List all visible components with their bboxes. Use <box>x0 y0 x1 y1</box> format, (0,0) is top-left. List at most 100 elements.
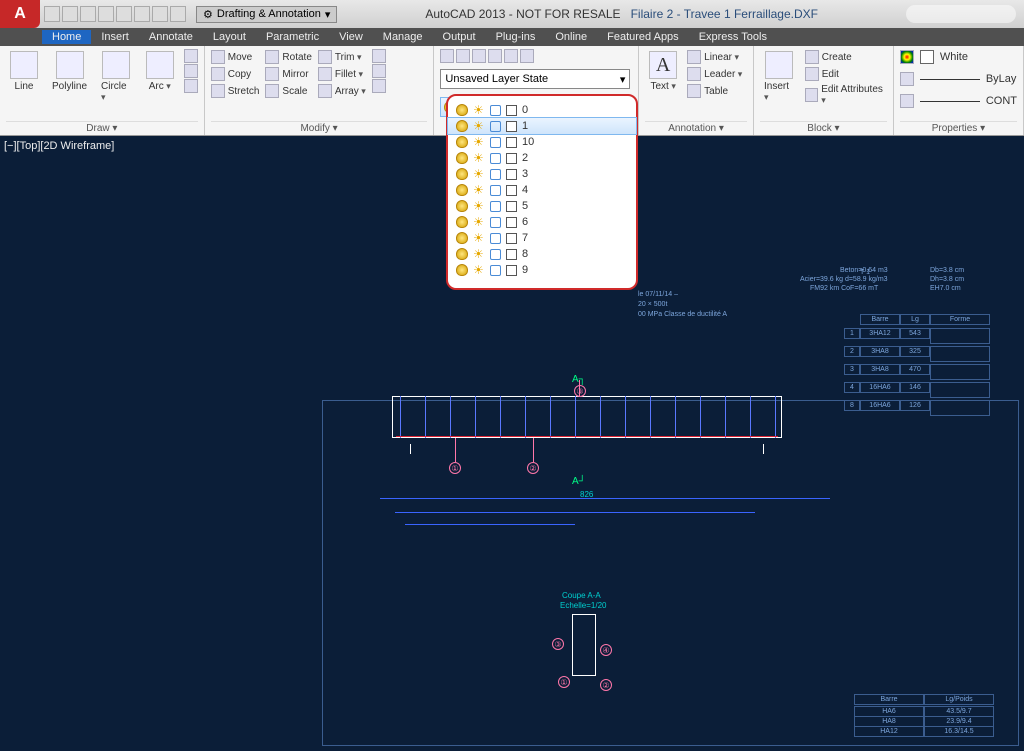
qat-redo-icon[interactable] <box>170 6 186 22</box>
viewport-label[interactable]: [−][Top][2D Wireframe] <box>4 140 114 152</box>
layer-option-0[interactable]: ☀0 <box>448 102 636 118</box>
copy-button[interactable]: Copy <box>211 66 260 82</box>
bulb-icon <box>456 104 468 116</box>
tab-featured[interactable]: Featured Apps <box>597 30 689 44</box>
layerlock-icon[interactable] <box>504 49 518 63</box>
qat-print-icon[interactable] <box>134 6 150 22</box>
ellipse-icon[interactable] <box>184 64 198 78</box>
forme-cell <box>930 328 990 344</box>
panel-annotation-title[interactable]: Annotation ▾ <box>645 121 747 135</box>
tab-layout[interactable]: Layout <box>203 30 256 44</box>
move-button[interactable]: Move <box>211 49 260 65</box>
qat-saveall-icon[interactable] <box>98 6 114 22</box>
linear-button[interactable]: Linear <box>687 49 742 65</box>
tab-view[interactable]: View <box>329 30 373 44</box>
trim-button[interactable]: Trim <box>318 49 366 65</box>
layer-option-9[interactable]: ☀9 <box>448 262 636 278</box>
rotate-button[interactable]: Rotate <box>265 49 311 65</box>
layer-option-5[interactable]: ☀5 <box>448 198 636 214</box>
layer-option-3[interactable]: ☀3 <box>448 166 636 182</box>
rect-icon[interactable] <box>184 49 198 63</box>
sch-cell: 325 <box>900 346 930 357</box>
stirrup <box>575 396 576 438</box>
sun-icon: ☀ <box>473 216 485 228</box>
layer-state-combo[interactable]: Unsaved Layer State▾ <box>440 69 630 89</box>
pink-leader <box>533 438 534 462</box>
layer-option-7[interactable]: ☀7 <box>448 230 636 246</box>
layeroff-icon[interactable] <box>456 49 470 63</box>
polyline-button[interactable]: Polyline <box>48 49 91 94</box>
tab-express[interactable]: Express Tools <box>689 30 777 44</box>
stirrup <box>550 396 551 438</box>
layeriso-icon[interactable] <box>472 49 486 63</box>
tab-output[interactable]: Output <box>433 30 486 44</box>
section-title: Coupe A-A <box>562 591 601 600</box>
layer-option-10[interactable]: ☀10 <box>448 134 636 150</box>
panel-modify-title[interactable]: Modify ▾ <box>211 121 428 135</box>
explode-icon[interactable] <box>372 64 386 78</box>
tb-line: Dh=3.8 cm <box>930 276 964 283</box>
panel-block-title[interactable]: Block ▾ <box>760 121 887 135</box>
layerfrz-icon[interactable] <box>488 49 502 63</box>
array-button[interactable]: Array <box>318 83 366 99</box>
layermatch-icon[interactable] <box>520 49 534 63</box>
qat-plot-icon[interactable] <box>116 6 132 22</box>
tab-annotate[interactable]: Annotate <box>139 30 203 44</box>
table-button[interactable]: Table <box>687 83 742 99</box>
linetype-combo[interactable]: CONT <box>900 93 1017 109</box>
tab-home[interactable]: Home <box>42 30 91 44</box>
insert-button[interactable]: Insert <box>760 49 799 105</box>
workspace-selector[interactable]: ⚙ Drafting & Annotation ▾ <box>196 6 337 23</box>
color-combo[interactable]: White <box>900 49 1017 65</box>
stirrup <box>475 396 476 438</box>
panel-draw-title[interactable]: Draw ▾ <box>6 121 198 135</box>
leader-button[interactable]: Leader <box>687 66 742 82</box>
editattr-button[interactable]: Edit Attributes <box>805 83 887 107</box>
stirrup <box>700 396 701 438</box>
section-mark-2: ② <box>600 679 612 691</box>
offset-icon[interactable] <box>372 79 386 93</box>
layer-option-4[interactable]: ☀4 <box>448 182 636 198</box>
create-button[interactable]: Create <box>805 49 887 65</box>
layer-option-1[interactable]: ☀1 <box>448 118 636 134</box>
mirror-button[interactable]: Mirror <box>265 66 311 82</box>
bulb-icon <box>456 184 468 196</box>
scale-button[interactable]: Scale <box>265 83 311 99</box>
tab-insert[interactable]: Insert <box>91 30 139 44</box>
panel-draw: Line Polyline Circle Arc Draw ▾ <box>0 46 205 135</box>
qat-undo-icon[interactable] <box>152 6 168 22</box>
stretch-button[interactable]: Stretch <box>211 83 260 99</box>
qat-save-icon[interactable] <box>80 6 96 22</box>
layer-option-8[interactable]: ☀8 <box>448 246 636 262</box>
fillet-button[interactable]: Fillet <box>318 66 366 82</box>
layer-option-6[interactable]: ☀6 <box>448 214 636 230</box>
app-logo[interactable]: A <box>0 0 40 28</box>
tab-manage[interactable]: Manage <box>373 30 433 44</box>
bulb-icon <box>456 152 468 164</box>
arc-button[interactable]: Arc <box>142 49 178 94</box>
circle-button[interactable]: Circle <box>97 49 136 105</box>
circle-icon <box>102 51 130 79</box>
hatch-icon[interactable] <box>184 79 198 93</box>
erase-icon[interactable] <box>372 49 386 63</box>
bulb-icon <box>456 200 468 212</box>
edit-button[interactable]: Edit <box>805 66 887 82</box>
bulb-icon <box>456 136 468 148</box>
search-box[interactable] <box>906 5 1016 23</box>
swatch-icon <box>506 201 517 212</box>
workspace-label: Drafting & Annotation <box>217 8 321 20</box>
layerprops-icon[interactable] <box>440 49 454 63</box>
ft: Lg/Poids <box>924 694 994 705</box>
qat-new-icon[interactable] <box>44 6 60 22</box>
layer-option-2[interactable]: ☀2 <box>448 150 636 166</box>
tab-online[interactable]: Online <box>545 30 597 44</box>
tab-plugins[interactable]: Plug-ins <box>486 30 546 44</box>
tab-parametric[interactable]: Parametric <box>256 30 329 44</box>
layer-name: 7 <box>522 232 528 244</box>
line-button[interactable]: Line <box>6 49 42 94</box>
lineweight-combo[interactable]: ByLay <box>900 71 1017 87</box>
text-button[interactable]: AText <box>645 49 681 94</box>
panel-properties-title[interactable]: Properties ▾ <box>900 121 1017 135</box>
edit-icon <box>805 67 819 81</box>
qat-open-icon[interactable] <box>62 6 78 22</box>
